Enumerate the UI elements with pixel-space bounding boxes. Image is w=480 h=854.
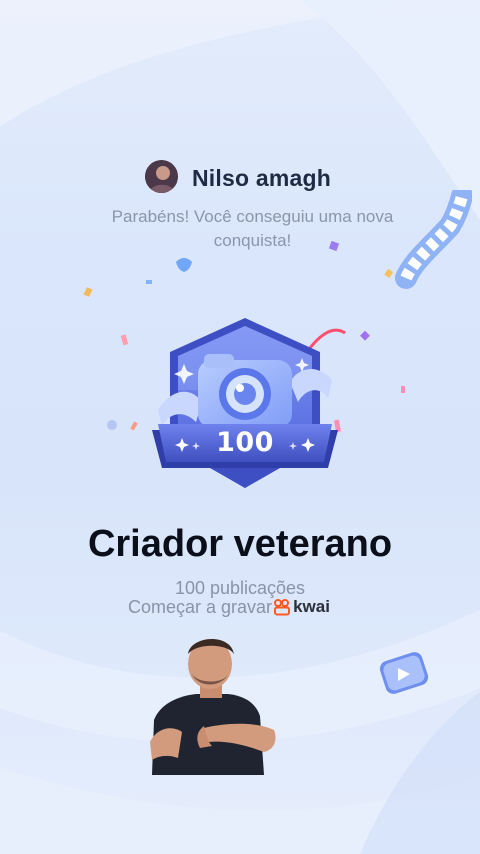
kwai-logo-icon: [274, 598, 291, 615]
profile-header: Nilso amagh: [0, 155, 480, 199]
play-button-icon: [379, 652, 429, 694]
achievement-title: Criador veterano: [87, 523, 393, 565]
achievement-badge: 100: [140, 310, 350, 500]
start-recording-link[interactable]: Começar a gravar kwai: [128, 596, 330, 618]
badge-count: 100: [216, 427, 274, 458]
presenter-image: [150, 638, 276, 775]
camera-badge-icon: [152, 318, 338, 488]
kwai-brand: kwai: [293, 597, 330, 616]
congrats-message: Parabéns! Você conseguiu uma nova conqui…: [111, 207, 394, 250]
cta-label: Começar a gravar: [128, 596, 273, 617]
username: Nilso amagh: [192, 165, 331, 191]
avatar[interactable]: [145, 160, 178, 193]
